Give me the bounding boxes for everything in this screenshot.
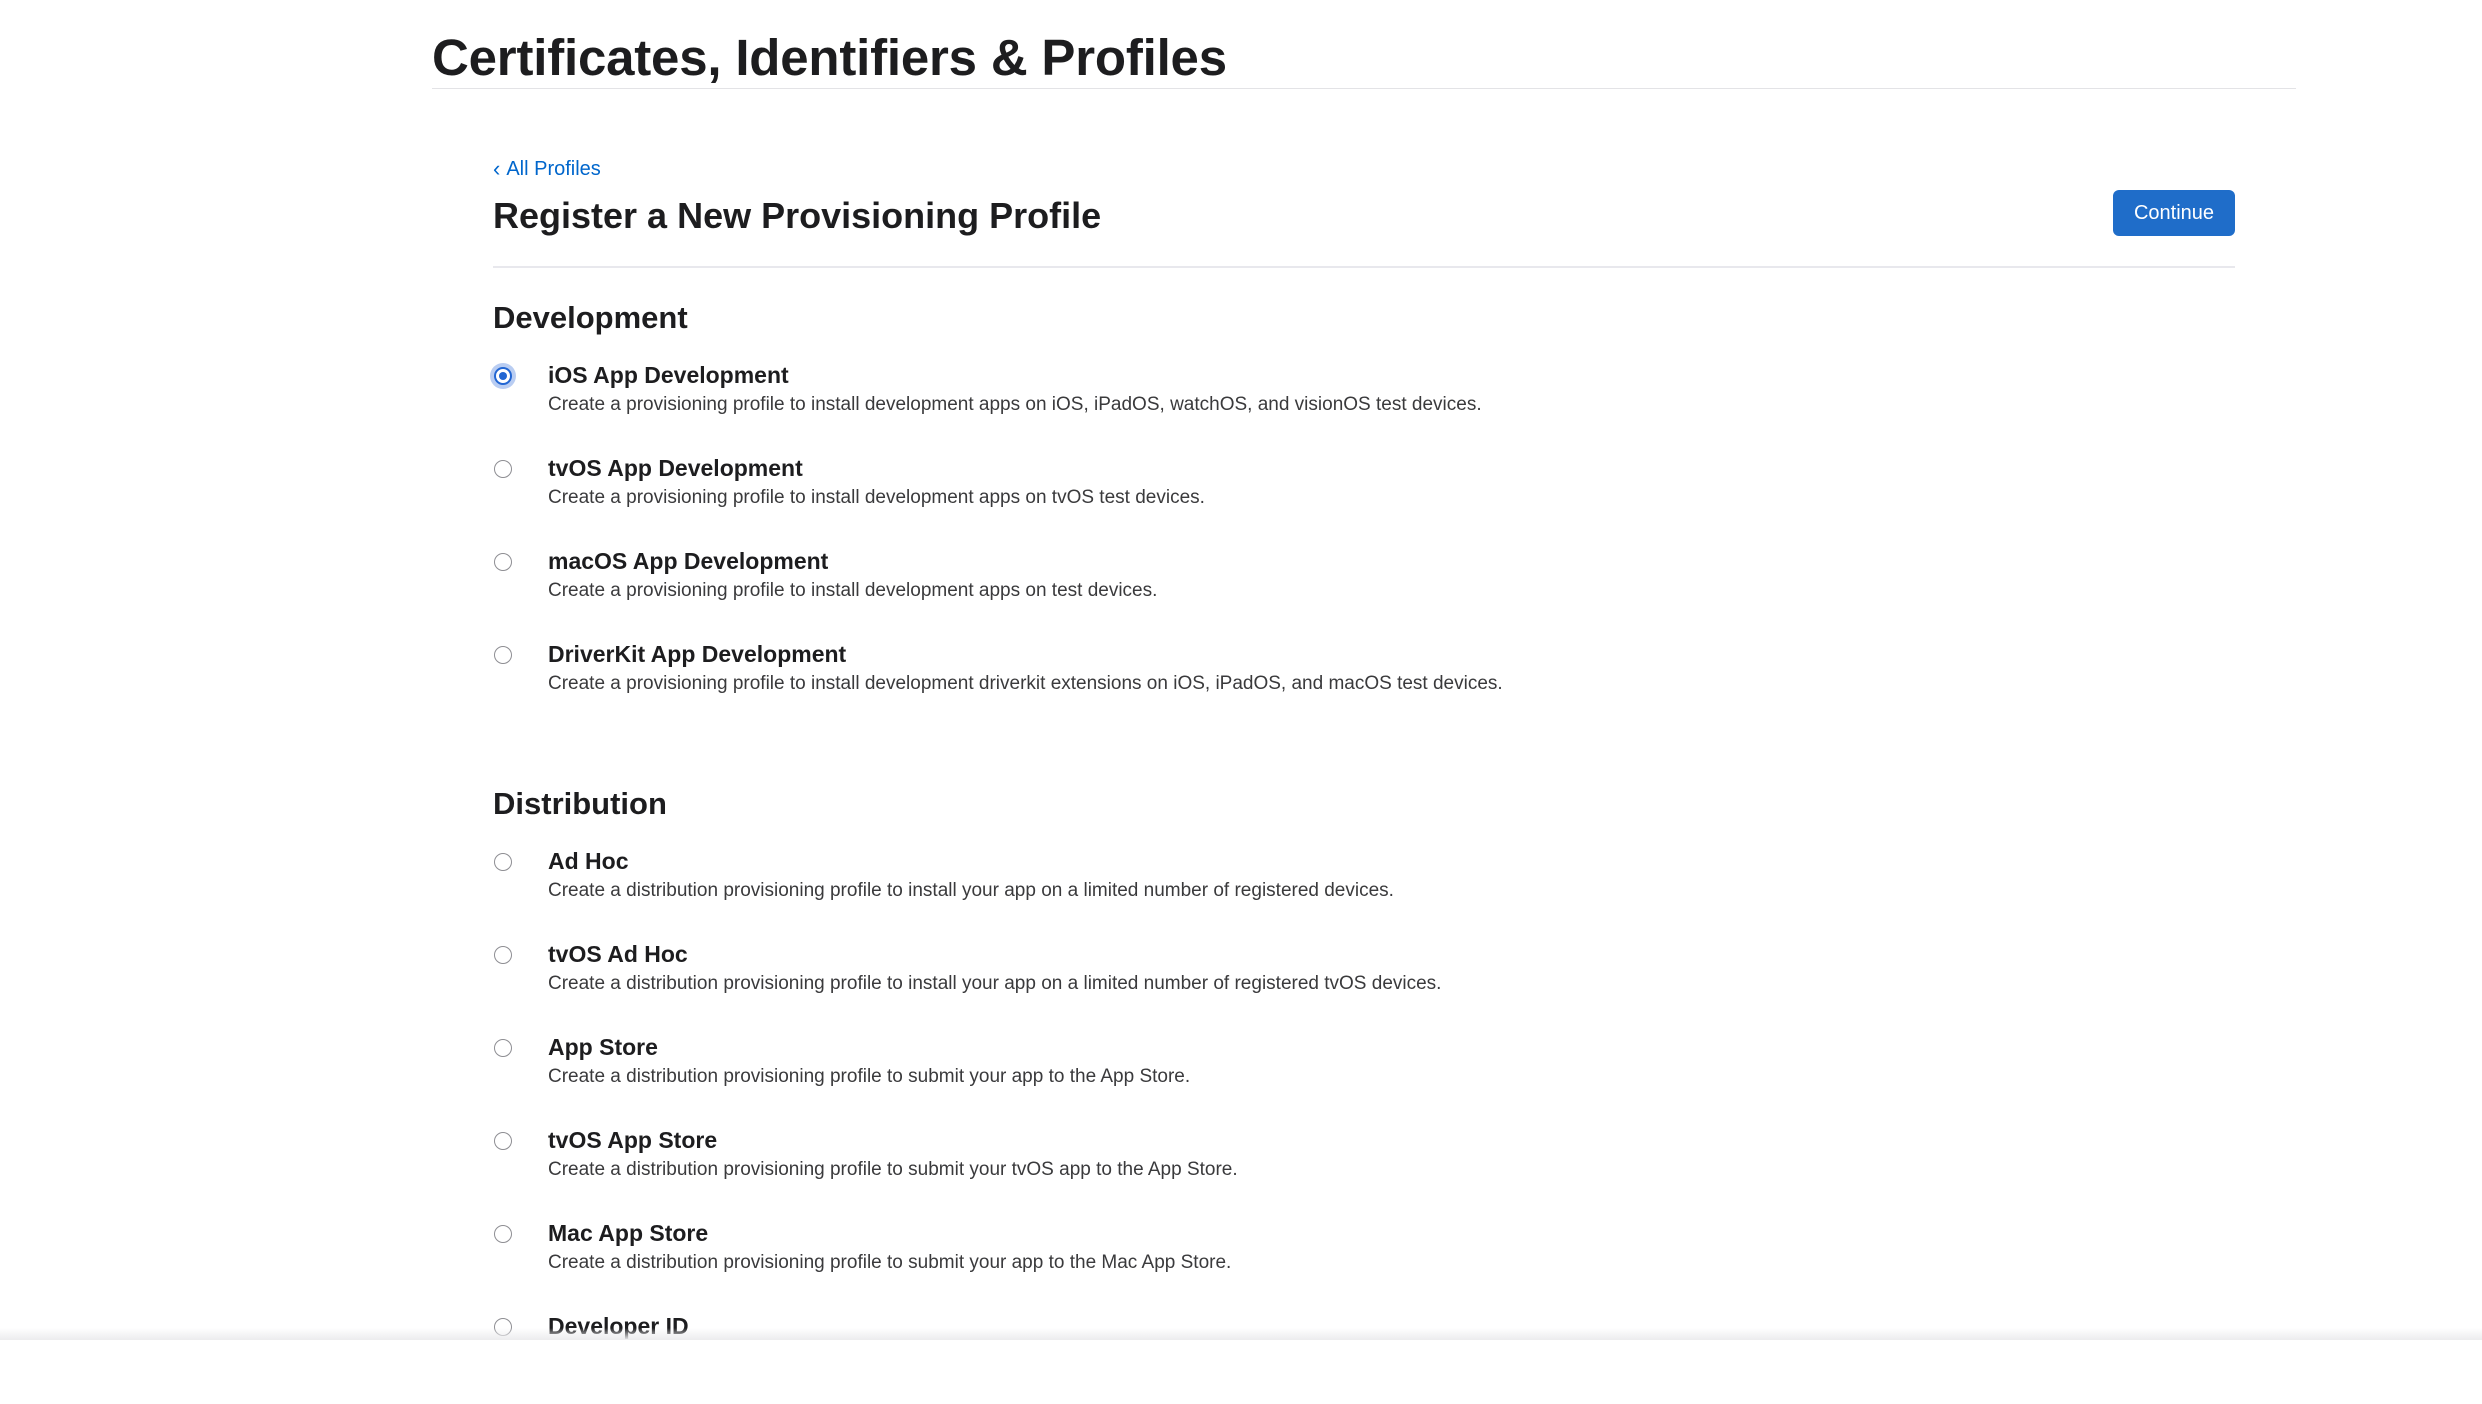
page-title-row: Register a New Provisioning Profile Cont…: [493, 190, 2235, 268]
distribution-options: Ad Hoc Create a distribution provisionin…: [493, 846, 2235, 1404]
distribution-section: Distribution Ad Hoc Create a distributio…: [493, 784, 2235, 1404]
radio-driverkit-app-development[interactable]: [494, 646, 512, 664]
chevron-left-icon: ‹: [493, 156, 501, 181]
option-description: Create a provisioning profile to install…: [548, 580, 1158, 601]
option-ad-hoc[interactable]: Ad Hoc Create a distribution provisionin…: [493, 846, 2235, 939]
option-description: Create a distribution provisioning profi…: [548, 973, 1442, 994]
option-tvos-app-store[interactable]: tvOS App Store Create a distribution pro…: [493, 1125, 2235, 1218]
option-label: iOS App Development: [548, 362, 789, 388]
radio-app-store[interactable]: [494, 1039, 512, 1057]
radio-ad-hoc[interactable]: [494, 853, 512, 871]
development-section: Development iOS App Development Create a…: [493, 298, 2235, 732]
option-description: Create a provisioning profile to install…: [548, 673, 1503, 694]
option-label: tvOS App Store: [548, 1127, 718, 1153]
radio-mac-app-store[interactable]: [494, 1225, 512, 1243]
option-description: Create a provisioning profile to install…: [548, 487, 1205, 508]
page-header: Certificates, Identifiers & Profiles: [432, 0, 2296, 89]
option-macos-app-development[interactable]: macOS App Development Create a provision…: [493, 546, 2235, 639]
radio-tvos-app-store[interactable]: [494, 1132, 512, 1150]
option-tvos-app-development[interactable]: tvOS App Development Create a provisioni…: [493, 453, 2235, 546]
continue-button[interactable]: Continue: [2113, 190, 2235, 236]
option-mac-app-store[interactable]: Mac App Store Create a distribution prov…: [493, 1218, 2235, 1311]
option-driverkit-app-development[interactable]: DriverKit App Development Create a provi…: [493, 639, 2235, 732]
option-description: Create a distribution provisioning profi…: [548, 1252, 1232, 1273]
development-options: iOS App Development Create a provisionin…: [493, 360, 2235, 732]
option-app-store[interactable]: App Store Create a distribution provisio…: [493, 1032, 2235, 1125]
option-label: macOS App Development: [548, 548, 829, 574]
option-label: Ad Hoc: [548, 848, 629, 874]
distribution-heading: Distribution: [493, 786, 667, 821]
all-profiles-label: All Profiles: [506, 158, 601, 180]
option-description: Create a provisioning profile to install…: [548, 394, 1482, 415]
site-title: Certificates, Identifiers & Profiles: [432, 29, 1227, 86]
page-title: Register a New Provisioning Profile: [493, 195, 1102, 236]
window-bottom-edge: [0, 1328, 2482, 1340]
option-tvos-ad-hoc[interactable]: tvOS Ad Hoc Create a distribution provis…: [493, 939, 2235, 1032]
radio-ios-app-development[interactable]: [494, 367, 512, 385]
radio-tvos-app-development[interactable]: [494, 460, 512, 478]
option-label: DriverKit App Development: [548, 641, 847, 667]
option-description: Create a distribution provisioning profi…: [548, 880, 1394, 901]
option-developer-id[interactable]: Developer ID: [493, 1311, 2235, 1404]
development-heading: Development: [493, 300, 688, 335]
radio-macos-app-development[interactable]: [494, 553, 512, 571]
option-label: App Store: [548, 1034, 658, 1060]
all-profiles-link[interactable]: ‹ All Profiles: [493, 150, 601, 188]
radio-tvos-ad-hoc[interactable]: [494, 946, 512, 964]
option-description: Create a distribution provisioning profi…: [548, 1159, 1238, 1180]
option-label: Mac App Store: [548, 1220, 709, 1246]
option-label: tvOS Ad Hoc: [548, 941, 688, 967]
option-description: Create a distribution provisioning profi…: [548, 1066, 1191, 1087]
main-content: ‹ All Profiles Register a New Provisioni…: [493, 150, 2235, 1404]
option-ios-app-development[interactable]: iOS App Development Create a provisionin…: [493, 360, 2235, 453]
option-label: tvOS App Development: [548, 455, 803, 481]
